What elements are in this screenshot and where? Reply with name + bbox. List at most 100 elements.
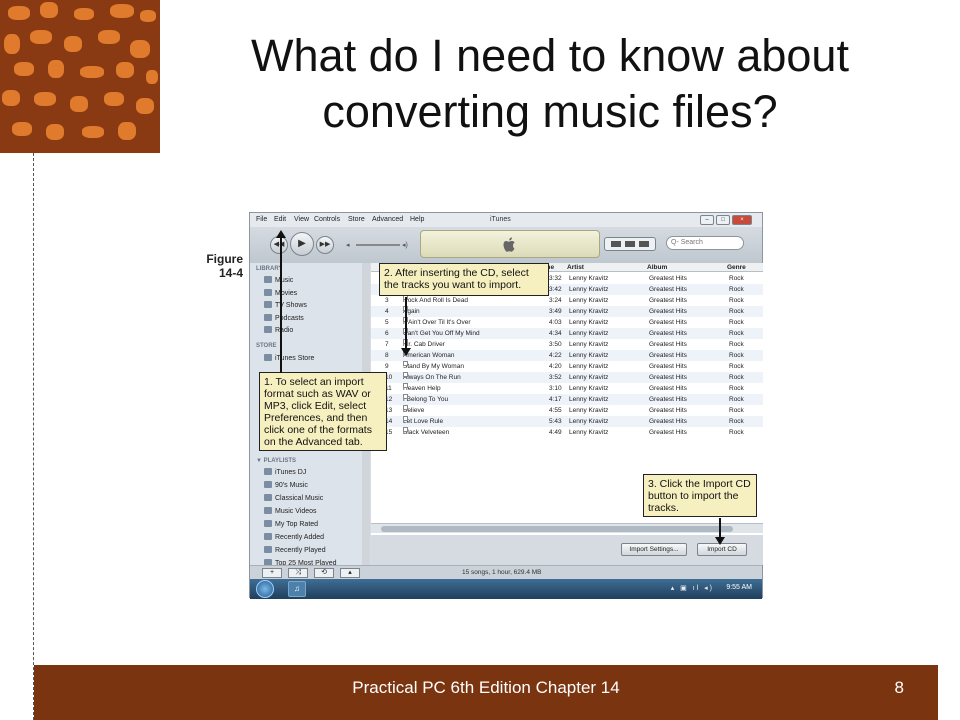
menu-controls[interactable]: Controls — [314, 216, 340, 223]
track-checkbox[interactable] — [403, 361, 408, 366]
import-settings-button[interactable]: Import Settings... — [621, 543, 687, 556]
sidebar-item-label: iTunes DJ — [275, 469, 307, 476]
play-icon[interactable]: ▶ — [290, 232, 314, 256]
track-checkbox[interactable] — [403, 372, 408, 377]
scrollbar-thumb[interactable] — [381, 526, 733, 532]
track-title: Heaven Help — [403, 385, 441, 392]
track-album: Greatest Hits — [649, 385, 687, 392]
sidebar-item-recently-played[interactable]: Recently Played — [264, 546, 326, 554]
track-row[interactable]: 3 Rock And Roll Is Dead 3:24 Lenny Kravitz G… — [371, 295, 763, 306]
menu-edit[interactable]: Edit — [274, 216, 286, 223]
callout-import-format: 1. To select an import format such as WA… — [259, 372, 387, 451]
system-tray-icons[interactable]: ▴ ▣ ıl ◂) — [671, 584, 714, 592]
figure-label-word: Figure — [206, 252, 243, 266]
close-icon[interactable]: × — [732, 215, 752, 225]
column-header-artist[interactable]: Artist — [567, 264, 584, 271]
track-row[interactable]: 9 Stand By My Woman 4:20 Lenny Kravitz Great… — [371, 361, 763, 372]
list-view-icon[interactable] — [611, 241, 621, 247]
taskbar-clock: 9:55 AM — [726, 584, 752, 591]
column-header-genre[interactable]: Genre — [727, 264, 746, 271]
coverflow-view-icon[interactable] — [639, 241, 649, 247]
track-row[interactable]: 4 Again 3:49 Lenny Kravitz Greatest Hits Rock — [371, 306, 763, 317]
track-row[interactable]: 7 Mr. Cab Driver 3:50 Lenny Kravitz Greatest… — [371, 339, 763, 350]
minimize-icon[interactable]: – — [700, 215, 714, 225]
sidebar-item-music-videos[interactable]: Music Videos — [264, 507, 317, 515]
sidebar-item-icon — [264, 533, 272, 540]
sidebar-item-itunes-store[interactable]: iTunes Store — [264, 354, 314, 362]
repeat-icon[interactable]: ⟲ — [314, 568, 334, 578]
sidebar-item-radio[interactable]: Radio — [264, 326, 293, 334]
track-artist: Lenny Kravitz — [569, 330, 609, 337]
player-toolbar: ◀◀ ▶ ▶▶ ◂ ◂) Q- Search — [250, 227, 762, 263]
track-row[interactable]: 15 Black Velveteen 4:49 Lenny Kravitz Greate… — [371, 427, 763, 438]
shuffle-icon[interactable]: ⤨ — [288, 568, 308, 578]
menu-help[interactable]: Help — [410, 216, 424, 223]
menu-view[interactable]: View — [294, 216, 309, 223]
track-name: Stand By My Woman — [403, 361, 464, 372]
callout-1-arrowhead — [276, 230, 286, 238]
track-row[interactable]: 13 Believe 4:55 Lenny Kravitz Greatest Hits R… — [371, 405, 763, 416]
sidebar-item-itunes-dj[interactable]: iTunes DJ — [264, 468, 306, 476]
sidebar-item-icon — [264, 276, 272, 283]
track-checkbox[interactable] — [403, 427, 408, 432]
sidebar-item-classical-music[interactable]: Classical Music — [264, 494, 323, 502]
track-time: 3:50 — [549, 341, 562, 348]
track-genre: Rock — [729, 286, 744, 293]
menu-store[interactable]: Store — [348, 216, 365, 223]
volume-track[interactable] — [356, 244, 400, 246]
track-row[interactable]: 6 Can't Get You Off My Mind 4:34 Lenny Krav… — [371, 328, 763, 339]
track-album: Greatest Hits — [649, 407, 687, 414]
track-artist: Lenny Kravitz — [569, 429, 609, 436]
column-header-album[interactable]: Album — [647, 264, 667, 271]
sidebar-item-recently-added[interactable]: Recently Added — [264, 533, 324, 541]
previous-track-icon[interactable]: ◀◀ — [270, 236, 288, 254]
callout-3-arrowhead — [715, 537, 725, 545]
track-row[interactable]: 11 Heaven Help 3:10 Lenny Kravitz Greatest H… — [371, 383, 763, 394]
sidebar-item-music[interactable]: Music — [264, 276, 293, 284]
decoration-spot — [8, 6, 30, 20]
track-checkbox[interactable] — [403, 405, 408, 410]
volume-slider[interactable]: ◂ ◂) — [346, 241, 416, 249]
menu-file[interactable]: File — [256, 216, 267, 223]
add-playlist-icon[interactable]: + — [262, 568, 282, 578]
track-checkbox[interactable] — [403, 383, 408, 388]
horizontal-scrollbar[interactable] — [371, 523, 763, 533]
track-row[interactable]: 14 Let Love Rule 5:43 Lenny Kravitz Greatest… — [371, 416, 763, 427]
track-row[interactable]: 8 ✓ American Woman 4:22 Lenny Kravitz Greates… — [371, 350, 763, 361]
status-bar: + ⤨ ⟲ ▴ 15 songs, 1 hour, 629.4 MB — [250, 565, 762, 579]
track-checkbox[interactable] — [403, 394, 408, 399]
sidebar-item-90-s-music[interactable]: 90's Music — [264, 481, 308, 489]
playlists-heading: ▼ PLAYLISTS — [256, 458, 297, 464]
track-genre: Rock — [729, 319, 744, 326]
artwork-toggle-icon[interactable]: ▴ — [340, 568, 360, 578]
sidebar-item-podcasts[interactable]: Podcasts — [264, 313, 304, 322]
track-checkbox[interactable] — [403, 416, 408, 421]
track-album: Greatest Hits — [649, 330, 687, 337]
decoration-spot — [30, 30, 52, 44]
sidebar-item-tv-shows[interactable]: TV Shows — [264, 301, 307, 309]
track-number: 6 — [385, 330, 389, 337]
next-track-icon[interactable]: ▶▶ — [316, 236, 334, 254]
start-button-icon[interactable] — [256, 580, 274, 598]
track-title: It Ain't Over Til It's Over — [403, 319, 471, 326]
view-mode-buttons[interactable] — [604, 237, 656, 251]
track-title: Can't Get You Off My Mind — [403, 330, 480, 337]
track-title: Mr. Cab Driver — [403, 341, 445, 348]
track-artist: Lenny Kravitz — [569, 363, 609, 370]
maximize-icon[interactable]: □ — [716, 215, 730, 225]
sidebar-item-icon — [264, 313, 272, 321]
figure-label-number: 14-4 — [218, 266, 243, 280]
itunes-taskbar-icon[interactable]: ♫ — [288, 581, 306, 597]
decoration-spot — [136, 98, 154, 114]
grid-view-icon[interactable] — [625, 241, 635, 247]
track-name: Believe — [403, 405, 424, 416]
track-row[interactable]: 12 I Belong To You 4:17 Lenny Kravitz Greate… — [371, 394, 763, 405]
track-row[interactable]: 5 It Ain't Over Til It's Over 4:03 Lenny Kr… — [371, 317, 763, 328]
sidebar-item-my-top-rated[interactable]: My Top Rated — [264, 520, 318, 528]
store-heading: STORE — [256, 343, 277, 349]
menu-advanced[interactable]: Advanced — [372, 216, 403, 223]
track-time: 3:49 — [549, 308, 562, 315]
track-row[interactable]: 10 Always On The Run 3:52 Lenny Kravitz Grea… — [371, 372, 763, 383]
search-input[interactable]: Q- Search — [666, 236, 744, 250]
windows-taskbar: ♫ ▴ ▣ ıl ◂) 9:55 AM — [250, 579, 762, 599]
